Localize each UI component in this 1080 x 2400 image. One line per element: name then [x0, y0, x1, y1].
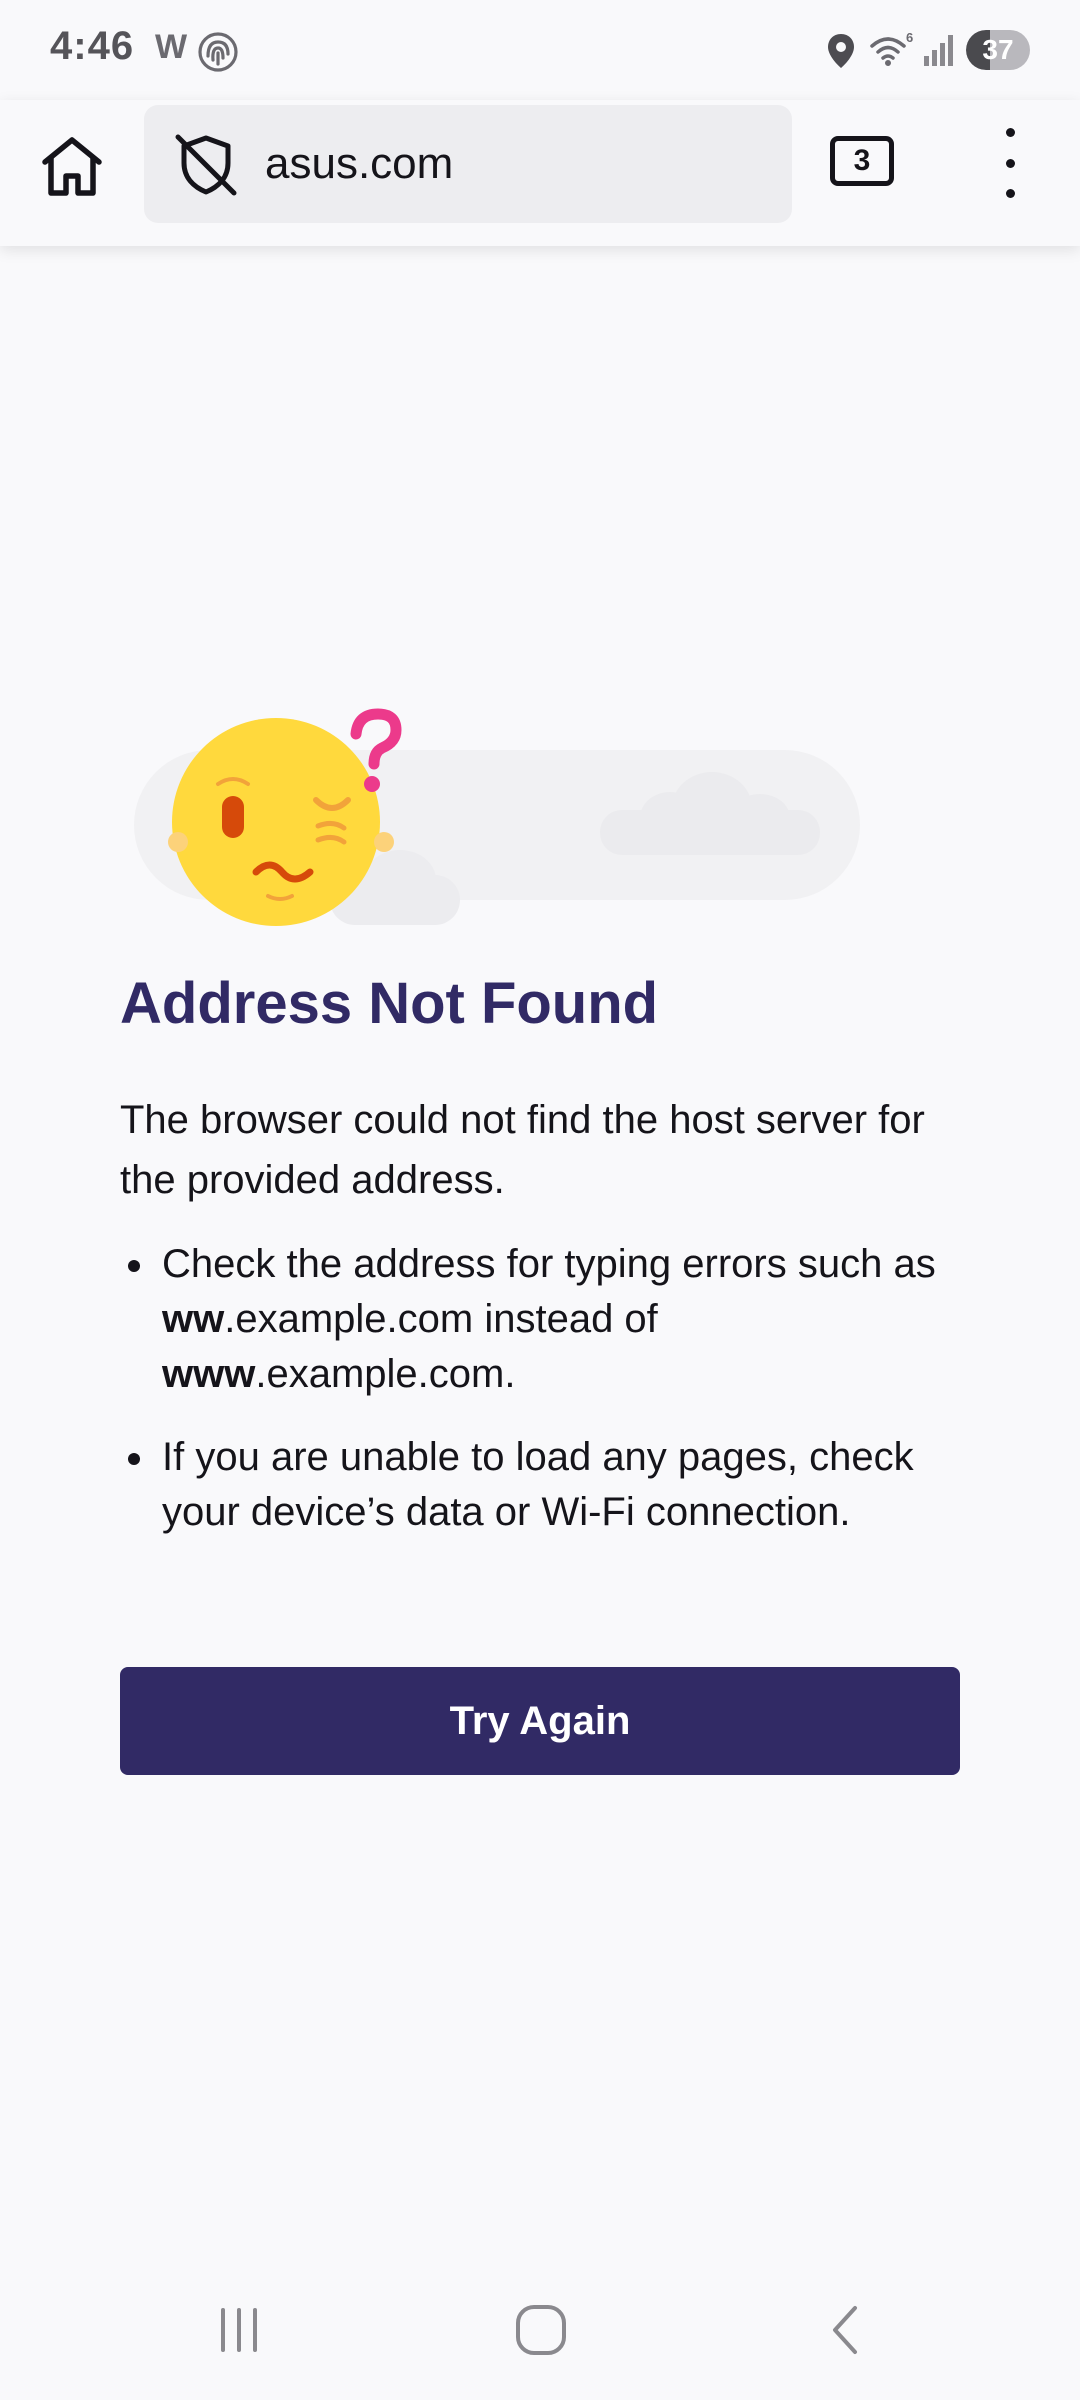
back-button[interactable]: [800, 2295, 890, 2365]
location-icon: [828, 34, 854, 68]
try-again-button[interactable]: Try Again: [120, 1667, 960, 1775]
wifi-icon: 6: [870, 30, 913, 66]
tip-text: If you are unable to load any pages, che…: [162, 1435, 914, 1534]
url-text[interactable]: asus.com: [265, 139, 453, 189]
signal-icon: [924, 35, 953, 66]
tip-text: .example.com instead of: [224, 1297, 658, 1341]
home-nav-button[interactable]: [496, 2295, 586, 2365]
tip-bold: ww: [162, 1297, 225, 1341]
home-icon: [42, 137, 102, 196]
url-bar[interactable]: asus.com: [144, 105, 792, 223]
overflow-menu-icon: [1005, 128, 1015, 137]
back-icon: [833, 2306, 857, 2354]
tip-text: Check the address for typing errors such…: [162, 1242, 936, 1286]
svg-text:6: 6: [906, 30, 913, 45]
confused-face-illustration: [134, 708, 860, 926]
tab-count: 3: [853, 144, 871, 177]
tracking-protection-off-icon[interactable]: [174, 133, 238, 197]
home-button[interactable]: [30, 125, 114, 209]
tips-list: Check the address for typing errors such…: [120, 1237, 980, 1540]
page-title: Address Not Found: [120, 971, 659, 1036]
battery-icon: 37: [966, 30, 1030, 70]
tabs-button[interactable]: 3: [830, 136, 894, 186]
browser-toolbar: asus.com 3: [0, 100, 1080, 246]
navigation-bar: [0, 2260, 1080, 2400]
tip-text: .example.com.: [255, 1352, 516, 1396]
error-description: The browser could not find the host serv…: [120, 1098, 925, 1202]
overflow-menu-button[interactable]: [980, 128, 1040, 198]
battery-level: 37: [982, 34, 1014, 65]
home-nav-icon: [516, 2305, 566, 2355]
app-indicator: W: [155, 28, 188, 66]
recent-apps-icon: [221, 2308, 257, 2352]
status-bar: 4:46 W 6 37: [0, 0, 1080, 100]
list-item: Check the address for typing errors such…: [120, 1237, 980, 1402]
status-time: 4:46: [50, 24, 135, 68]
tip-bold: www: [162, 1352, 256, 1396]
recent-apps-button[interactable]: [194, 2295, 284, 2365]
fingerprint-icon: [198, 32, 238, 72]
list-item: If you are unable to load any pages, che…: [120, 1430, 980, 1540]
